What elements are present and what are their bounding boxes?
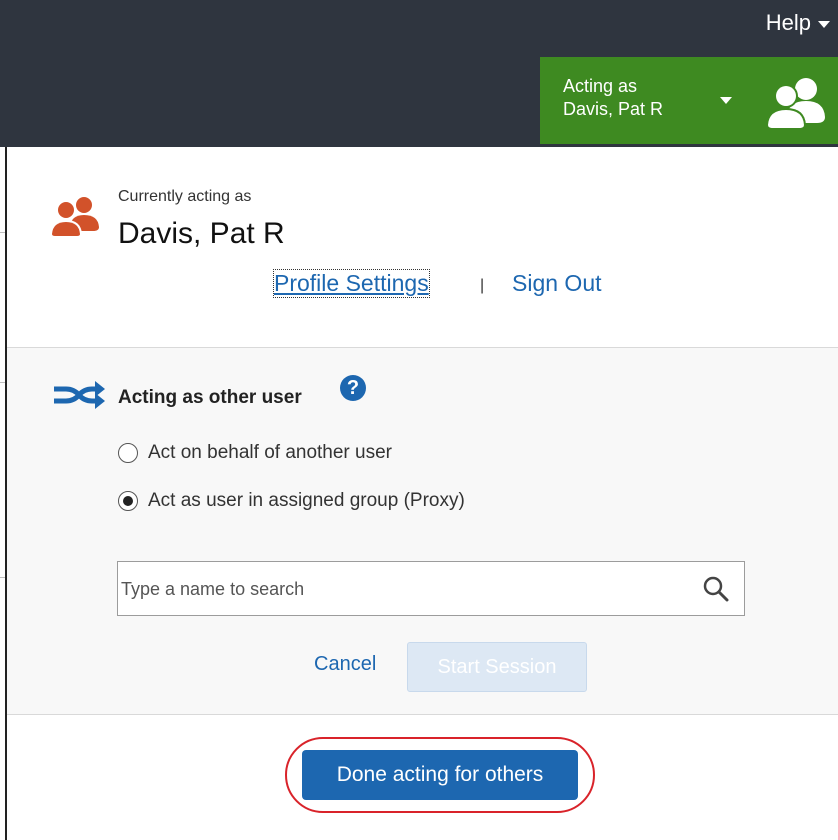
done-acting-button[interactable]: Done acting for others (302, 750, 578, 800)
act-as-other-user-section: Acting as other user ? Act on behalf of … (7, 348, 838, 714)
current-user-section: Currently acting as Davis, Pat R Profile… (7, 147, 838, 347)
radio-act-on-behalf[interactable]: Act on behalf of another user (118, 442, 392, 464)
section-title: Acting as other user (118, 387, 302, 408)
search-icon[interactable] (703, 576, 729, 602)
users-icon (50, 197, 99, 238)
help-menu-label: Help (765, 10, 811, 35)
acting-as-label: Acting as (563, 76, 638, 96)
chevron-down-icon (720, 97, 732, 104)
users-icon (766, 78, 825, 130)
help-menu[interactable]: Help (766, 10, 830, 36)
profile-settings-link[interactable]: Profile Settings (273, 269, 430, 298)
radio-button[interactable] (118, 443, 138, 463)
radio-button[interactable] (118, 491, 138, 511)
help-icon[interactable]: ? (340, 375, 366, 401)
radio-label: Act on behalf of another user (148, 442, 392, 463)
search-input[interactable] (121, 576, 681, 602)
start-session-button[interactable]: Start Session (407, 642, 587, 692)
radio-selected-dot (123, 496, 133, 506)
user-search-field (117, 561, 745, 616)
shuffle-icon (54, 381, 105, 409)
chevron-down-icon (818, 20, 830, 28)
radio-act-as-proxy[interactable]: Act as user in assigned group (Proxy) (118, 490, 465, 512)
currently-acting-label: Currently acting as (118, 188, 252, 205)
top-navigation-bar: Help Acting as Davis, Pat R (0, 0, 838, 147)
cancel-button[interactable]: Cancel (314, 653, 376, 676)
radio-label: Act as user in assigned group (Proxy) (148, 490, 465, 511)
current-user-name: Davis, Pat R (118, 217, 285, 250)
sign-out-link[interactable]: Sign Out (512, 270, 602, 297)
section-divider (7, 714, 838, 715)
link-separator: | (480, 277, 485, 294)
acting-as-user-name: Davis, Pat R (563, 99, 664, 119)
acting-as-menu[interactable]: Acting as Davis, Pat R (540, 57, 838, 144)
